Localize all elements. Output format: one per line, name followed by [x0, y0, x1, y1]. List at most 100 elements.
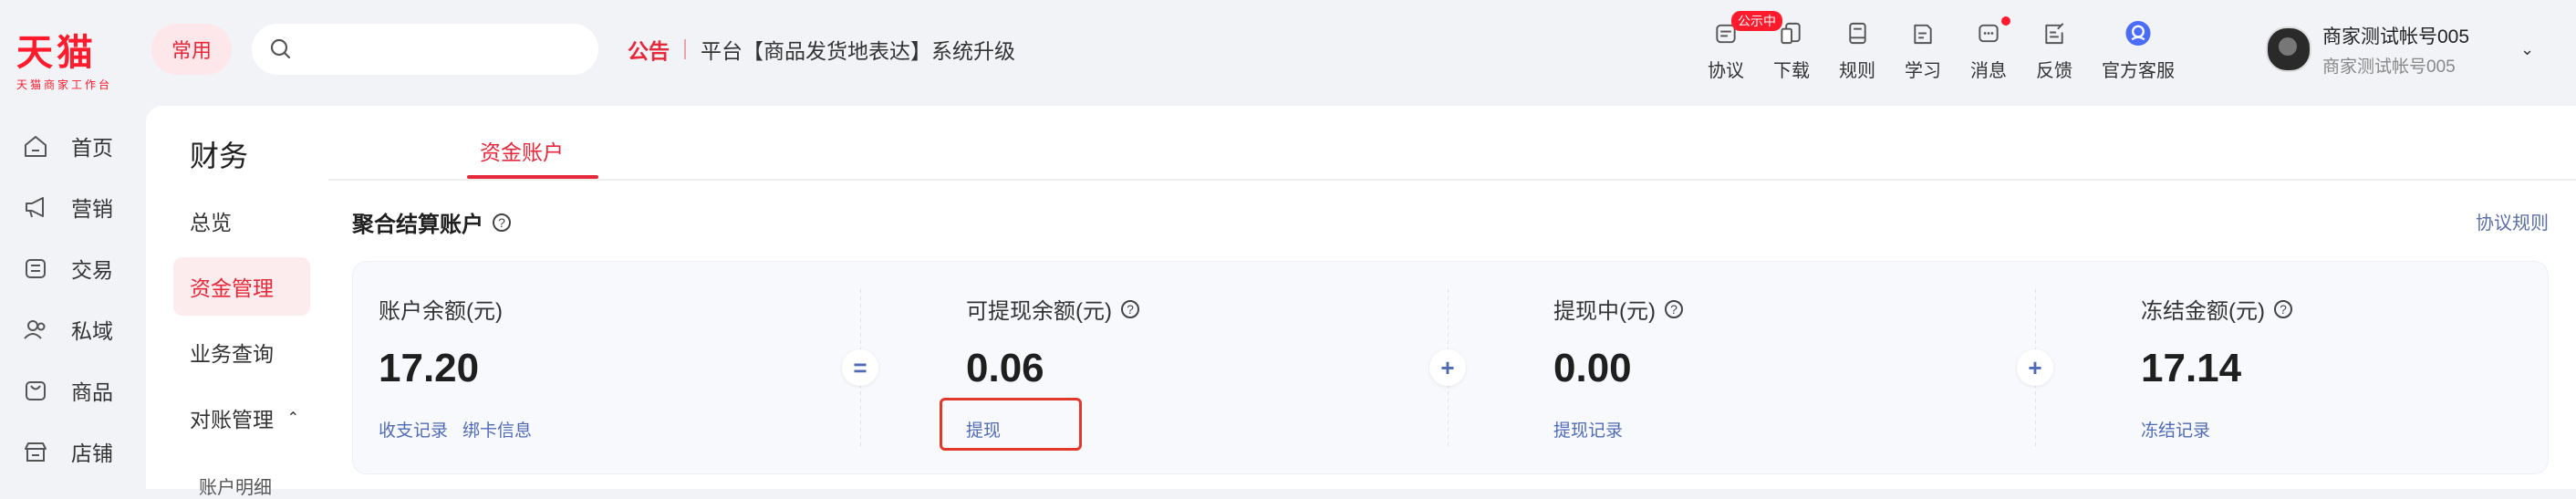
- subnav-item-fund-management[interactable]: 资金管理: [173, 257, 310, 316]
- nav-item-private[interactable]: 私域: [0, 298, 146, 359]
- balance-column: 账户余额(元) 17.20 收支记录 绑卡信息: [379, 262, 835, 473]
- left-nav: 首页 营销 交易 私域 商品 店铺: [0, 115, 146, 482]
- subnav-child-account-detail[interactable]: 账户明细: [199, 473, 272, 499]
- customer-service-icon: [2125, 20, 2151, 47]
- users-icon: [24, 319, 46, 339]
- tool-protocol[interactable]: 公示中 协议: [1708, 11, 1782, 82]
- tool-label: 反馈: [2036, 61, 2072, 81]
- notice-text[interactable]: 平台【商品发货地表达】系统升级: [701, 34, 1015, 65]
- page-title: 财务: [190, 140, 249, 172]
- nav-item-store[interactable]: 店铺: [0, 421, 146, 482]
- nav-item-home[interactable]: 首页: [0, 115, 146, 176]
- user-menu[interactable]: 商家测试帐号005 商家测试帐号005 ⌄: [2266, 24, 2534, 77]
- nav-label: 营销: [71, 196, 113, 221]
- withdrawable-label-text: 可提现余额(元): [966, 299, 1112, 324]
- tool-message[interactable]: 消息: [1970, 16, 2010, 82]
- notice-bar[interactable]: 公告 平台【商品发货地表达】系统升级: [628, 33, 1015, 66]
- balance-links: 收支记录 绑卡信息: [379, 417, 546, 442]
- megaphone-icon: [26, 196, 44, 217]
- plus-operator: +: [2017, 349, 2053, 386]
- tool-customer-service[interactable]: 官方客服: [2102, 16, 2175, 82]
- help-icon[interactable]: ?: [1664, 299, 1683, 318]
- protocol-rules-link[interactable]: 协议规则: [2476, 208, 2549, 234]
- help-icon[interactable]: ?: [2273, 299, 2292, 318]
- frozen-label: 冻结金额(元)?: [2141, 293, 2292, 325]
- rules-icon: [1849, 22, 1866, 45]
- user-subname: 商家测试帐号005: [2322, 57, 2456, 77]
- equals-operator: =: [842, 349, 878, 386]
- feedback-icon: [2045, 23, 2064, 45]
- message-icon: [1979, 24, 1999, 43]
- learn-icon: [1914, 24, 1932, 45]
- tool-feedback[interactable]: 反馈: [2036, 16, 2072, 82]
- nav-item-trade[interactable]: 交易: [0, 237, 146, 298]
- logo-subtitle: 天猫商家工作台: [16, 78, 113, 91]
- tool-label: 协议: [1708, 61, 1744, 81]
- tool-download[interactable]: 下载: [1773, 16, 1810, 82]
- tab-underline: [467, 175, 598, 179]
- tmall-logo[interactable]: 天猫 天猫商家工作台: [16, 33, 126, 92]
- section-title-text: 聚合结算账户: [352, 213, 483, 237]
- frozen-record-link[interactable]: 冻结记录: [2141, 421, 2210, 441]
- subnav-item-reconciliation[interactable]: 对账管理 ⌃: [173, 389, 310, 447]
- subnav-item-label: 对账管理: [190, 408, 274, 431]
- withdraw-record-link[interactable]: 提现记录: [1553, 421, 1623, 441]
- header-tools: 公示中 协议 下载 规则 学习 消息 反馈 官方客服: [1708, 11, 2204, 82]
- tool-label: 官方客服: [2102, 61, 2175, 81]
- subnav-item-business-query[interactable]: 业务查询: [173, 323, 310, 381]
- store-icon: [25, 442, 47, 462]
- frozen-value: 17.14: [2141, 346, 2242, 390]
- withdrawable-value: 0.06: [966, 346, 1044, 390]
- tool-rules[interactable]: 规则: [1839, 16, 1875, 82]
- tab-fund-account[interactable]: 资金账户: [480, 135, 564, 166]
- finance-subnav: 财务 总览 资金管理 业务查询 对账管理 ⌃ 账户明细: [146, 106, 328, 498]
- withdrawing-label-text: 提现中(元): [1553, 299, 1656, 324]
- home-icon: [25, 135, 47, 157]
- account-summary-card: 账户余额(元) 17.20 收支记录 绑卡信息 = 可提现余额(元)? 0.06 …: [352, 261, 2549, 474]
- download-icon: [1781, 22, 1801, 45]
- withdrawing-links: 提现记录: [1553, 417, 1637, 442]
- trade-icon: [26, 258, 46, 278]
- tool-label: 消息: [1970, 61, 2007, 81]
- frozen-column: 冻结金额(元)? 17.14 冻结记录: [2141, 262, 2576, 473]
- nav-item-marketing[interactable]: 营销: [0, 176, 146, 237]
- common-button[interactable]: 常用: [151, 24, 232, 75]
- bound-card-info-link[interactable]: 绑卡信息: [462, 421, 532, 441]
- nav-label: 首页: [71, 135, 113, 160]
- chevron-up-icon[interactable]: ⌃: [287, 409, 299, 427]
- notice-divider: [684, 39, 686, 59]
- withdrawing-column: 提现中(元)? 0.00 提现记录: [1553, 262, 2010, 473]
- nav-label: 店铺: [71, 441, 113, 465]
- tab-bar: 资金账户: [328, 106, 2576, 181]
- tool-label: 规则: [1839, 61, 1875, 81]
- nav-item-goods[interactable]: 商品: [0, 359, 146, 421]
- tool-label: 下载: [1773, 61, 1810, 81]
- nav-label: 私域: [71, 318, 113, 343]
- logo-text: 天猫: [16, 31, 97, 74]
- tool-label: 学习: [1905, 61, 1941, 81]
- avatar: [2266, 26, 2311, 72]
- help-icon[interactable]: ?: [1120, 299, 1139, 318]
- user-name: 商家测试帐号005: [2322, 26, 2470, 47]
- highlight-box: [940, 398, 1082, 451]
- nav-label: 交易: [71, 257, 113, 282]
- chevron-down-icon[interactable]: ⌄: [2520, 40, 2534, 59]
- bag-icon: [26, 380, 46, 400]
- search-input[interactable]: [301, 37, 578, 61]
- frozen-label-text: 冻结金额(元): [2141, 299, 2265, 324]
- withdrawing-label: 提现中(元)?: [1553, 293, 1683, 325]
- frozen-links: 冻结记录: [2141, 417, 2225, 442]
- withdrawing-value: 0.00: [1553, 346, 1632, 390]
- balance-label-text: 账户余额(元): [379, 299, 503, 324]
- income-expense-record-link[interactable]: 收支记录: [379, 421, 448, 441]
- withdrawable-label: 可提现余额(元)?: [966, 293, 1139, 325]
- help-icon[interactable]: ?: [493, 213, 511, 232]
- subnav-item-overview[interactable]: 总览: [173, 192, 310, 250]
- tool-learn[interactable]: 学习: [1905, 16, 1941, 82]
- balance-label: 账户余额(元): [379, 293, 503, 325]
- unread-dot: [2001, 16, 2010, 26]
- search-box[interactable]: [252, 24, 598, 75]
- balance-value: 17.20: [379, 346, 480, 390]
- nav-label: 商品: [71, 379, 113, 404]
- plus-operator: +: [1429, 349, 1466, 386]
